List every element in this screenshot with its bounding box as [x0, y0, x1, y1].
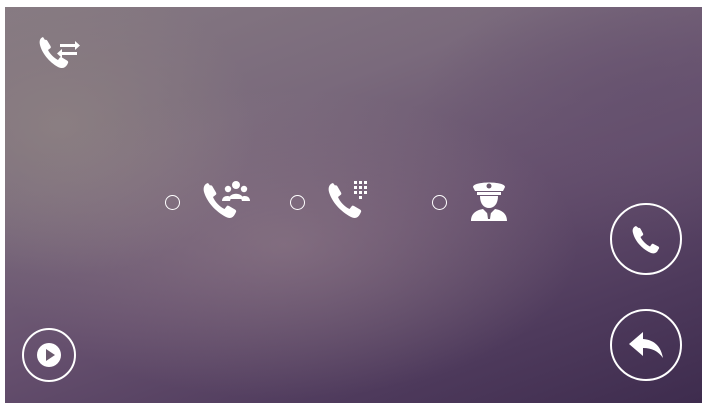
call-transfer-icon	[39, 37, 80, 69]
group-call-option[interactable]	[200, 177, 252, 221]
intercom-screen	[5, 7, 702, 403]
play-icon	[37, 343, 61, 367]
security-guard-icon	[471, 182, 507, 221]
phone-icon	[632, 226, 660, 254]
dial-call-option[interactable]	[325, 177, 371, 221]
call-button[interactable]	[610, 203, 682, 275]
guard-call-option[interactable]	[467, 177, 511, 223]
radio-dial-call[interactable]	[290, 195, 305, 210]
back-button[interactable]	[610, 309, 682, 381]
play-button[interactable]	[22, 328, 76, 382]
radio-guard-call[interactable]	[432, 195, 447, 210]
radio-group-call[interactable]	[165, 195, 180, 210]
back-arrow-icon	[629, 332, 663, 358]
phone-group-icon	[203, 181, 250, 218]
call-transfer-button[interactable]	[37, 33, 83, 73]
phone-keypad-icon	[328, 181, 367, 218]
